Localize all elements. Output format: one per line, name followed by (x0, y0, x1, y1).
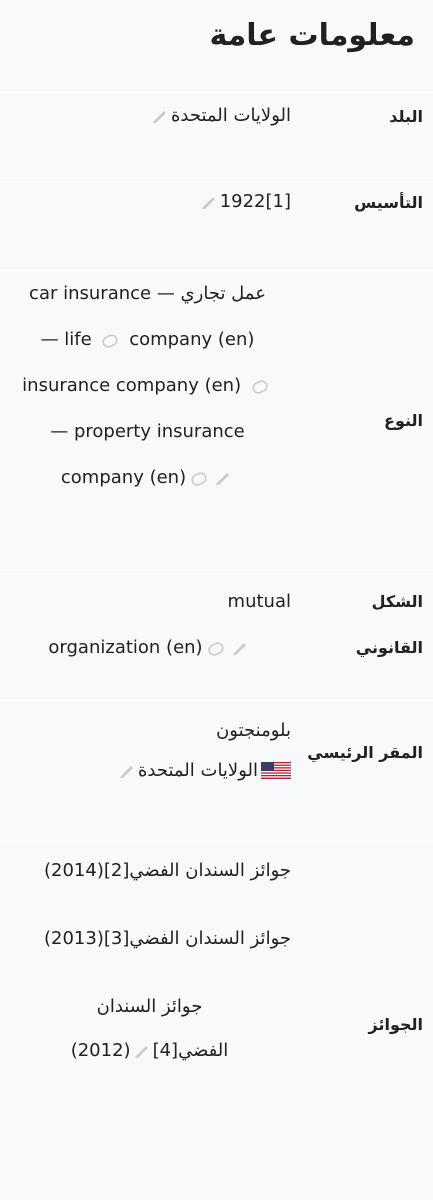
type-property-company[interactable]: company (en) (61, 467, 186, 488)
type-line-3: insurance company (en) (4, 363, 291, 409)
hq-city[interactable]: بلومنجتون (8, 711, 291, 751)
country-link[interactable]: الولايات المتحدة (171, 105, 291, 126)
row-legal-form: الشكل القانوني mutual organization (en) (0, 570, 433, 700)
row-headquarters: المقر الرئيسي بلومنجتون الولايات المتحدة (0, 700, 433, 840)
pencil-icon[interactable] (151, 109, 169, 123)
wikidata-link-icon[interactable] (250, 380, 270, 394)
awards-value: جوائز السندان الفضي[2](2014) جوائز السند… (0, 849, 291, 1200)
type-life-dash[interactable]: — life (41, 329, 92, 350)
pencil-icon[interactable] (214, 471, 232, 485)
legal-form-line2-wrap: organization (en) (8, 625, 291, 671)
pencil-icon[interactable] (118, 764, 136, 778)
hq-country[interactable]: الولايات المتحدة (138, 760, 258, 781)
wikidata-link-icon[interactable] (100, 334, 120, 348)
legal-form-label-line2: القانوني (355, 638, 423, 657)
pencil-icon[interactable] (231, 641, 249, 655)
legal-form-label-line1: الشكل (371, 592, 423, 611)
hq-country-line: الولايات المتحدة (8, 751, 291, 791)
type-line-2: — life company (en) (4, 317, 291, 363)
founded-value: 1922[1] (0, 179, 291, 270)
country-label: البلد (389, 107, 423, 126)
wikidata-link-icon[interactable] (189, 472, 209, 486)
founded-text[interactable]: 1922[1] (220, 191, 291, 212)
row-type: النوع عمل تجاري — car insurance — life c… (0, 270, 433, 570)
infobox-title: معلومات عامة (209, 18, 415, 53)
type-line-1[interactable]: عمل تجاري — car insurance (4, 271, 291, 317)
legal-form-label: الشكل القانوني (291, 579, 433, 700)
type-value: عمل تجاري — car insurance — life company… (0, 271, 291, 570)
us-flag-icon (261, 762, 291, 779)
legal-form-line1[interactable]: mutual (8, 579, 291, 625)
row-awards: الجوائز جوائز السندان الفضي[2](2014) جوا… (0, 840, 433, 1200)
awards-label: الجوائز (368, 1015, 424, 1034)
type-line-5: company (en) (4, 455, 291, 501)
pencil-icon[interactable] (200, 195, 218, 209)
award-2012-name[interactable]: الفضي[4] (153, 1040, 229, 1061)
infobox: معلومات عامة البلد الولايات المتحدة التأ… (0, 0, 433, 1200)
award-2012-year: (2012) (70, 1040, 131, 1061)
award-2012-line2: الفضي[4] (2012) (8, 1029, 291, 1073)
row-country: البلد الولايات المتحدة (0, 92, 433, 178)
founded-label: التأسيس (354, 193, 423, 212)
legal-form-value: mutual organization (en) (0, 579, 291, 700)
award-2012-line1[interactable]: جوائز السندان (8, 985, 291, 1029)
type-life-company[interactable]: insurance company (en) (22, 375, 241, 396)
type-company-1[interactable]: company (en) (129, 329, 254, 350)
hq-value: بلومنجتون الولايات المتحدة (0, 711, 291, 840)
hq-label: المقر الرئيسي (307, 743, 423, 762)
wikidata-link-icon[interactable] (206, 642, 226, 656)
award-2014[interactable]: جوائز السندان الفضي[2](2014) (8, 849, 291, 893)
type-line-4[interactable]: — property insurance (4, 409, 291, 455)
row-founded: التأسيس 1922[1] (0, 178, 433, 270)
type-label: النوع (384, 410, 423, 430)
pencil-icon[interactable] (133, 1044, 151, 1058)
country-value: الولايات المتحدة (0, 93, 291, 178)
legal-form-line2[interactable]: organization (en) (48, 637, 202, 658)
award-2013[interactable]: جوائز السندان الفضي[3](2013) (8, 917, 291, 961)
